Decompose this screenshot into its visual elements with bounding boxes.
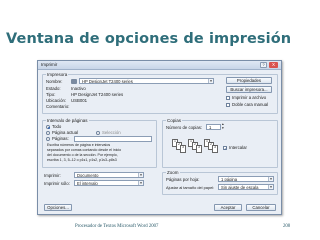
find-printer-button[interactable]: Buscar impresora... — [226, 86, 272, 93]
dialog-titlebar: Imprimir ? X — [38, 61, 281, 70]
copies-number-value: 1 — [209, 125, 212, 130]
copies-number-input[interactable]: 1 — [206, 124, 221, 130]
slide-title: Ventana de opciones de impresión — [6, 31, 292, 47]
copies-number-label: Número de copias: — [166, 125, 203, 130]
range-selection-radio[interactable] — [96, 131, 100, 135]
range-help-line-4: escriba 1, 3, 5–12 o p1s1, p1s2, p1s3–p8… — [47, 158, 117, 162]
cancel-button[interactable]: Cancelar — [246, 204, 276, 211]
collate-page-icon-9: 3 — [212, 145, 218, 153]
page-range-group-label: Intervalo de páginas — [46, 118, 89, 123]
zoom-group-label: Zoom — [166, 170, 180, 175]
options-button[interactable]: Opciones... — [44, 204, 72, 211]
ok-button[interactable]: Aceptar — [214, 204, 242, 211]
printer-type-label: Tipo: — [46, 92, 56, 97]
print-only-label: Imprimir sólo: — [44, 181, 70, 186]
copies-group-label: Copias — [166, 118, 183, 123]
chevron-down-icon: ▾ — [138, 181, 143, 185]
collate-page-icon-6: 3 — [196, 145, 202, 153]
print-what-label: Imprimir: — [44, 173, 61, 178]
pages-per-sheet-value: 1 página — [221, 177, 238, 182]
print-to-file-checkbox[interactable] — [226, 96, 230, 100]
spinner-icon[interactable]: ▴ ▾ — [222, 122, 224, 130]
range-pages-input[interactable] — [74, 136, 152, 142]
print-what-select[interactable]: Documento ▾ — [74, 172, 144, 178]
printer-status-value: Inactivo — [71, 86, 86, 91]
dialog-title: Imprimir — [41, 62, 58, 67]
print-only-value: El intervalo — [77, 181, 98, 186]
slide-footer: Procesador de Textos Microsoft Word 2007 — [75, 224, 159, 229]
printer-type-value: HP DesignJet T2400 series — [71, 92, 124, 97]
manual-duplex-label: Doble cara manual — [232, 102, 269, 107]
manual-duplex-checkbox[interactable] — [226, 103, 230, 107]
scale-label: Ajustar al tamaño del papel: — [166, 185, 215, 190]
chevron-down-icon: ▾ — [268, 177, 273, 181]
pages-per-sheet-select[interactable]: 1 página ▾ — [218, 176, 274, 182]
close-icon[interactable]: X — [269, 62, 278, 68]
help-icon[interactable]: ? — [260, 62, 267, 68]
printer-icon — [71, 79, 77, 84]
printer-group-label: Impresora — [46, 72, 69, 77]
printer-where-value: USB001 — [71, 98, 88, 103]
range-current-label: Página actual — [52, 130, 79, 135]
range-all-label: Todo — [52, 124, 62, 129]
page-number: 208 — [283, 224, 291, 229]
pages-per-sheet-label: Páginas por hoja: — [166, 177, 200, 182]
collate-page-icon-3: 3 — [180, 145, 186, 153]
printer-name-select[interactable]: HP DesignJet T2400 series ▾ — [79, 78, 214, 84]
printer-where-label: Ubicación: — [46, 98, 67, 103]
range-all-radio[interactable] — [46, 125, 50, 129]
chevron-down-icon: ▾ — [268, 185, 273, 189]
collate-label: Intercalar — [229, 145, 247, 150]
chevron-down-icon: ▾ — [208, 79, 213, 83]
printer-name-label: Nombre: — [46, 79, 63, 84]
range-pages-label: Páginas: — [52, 136, 69, 141]
print-only-select[interactable]: El intervalo ▾ — [74, 180, 144, 186]
chevron-down-icon: ▾ — [138, 173, 143, 177]
print-to-file-label: Imprimir a archivo — [232, 95, 267, 100]
print-what-value: Documento — [77, 173, 99, 178]
printer-status-label: Estado: — [46, 86, 61, 91]
range-pages-radio[interactable] — [46, 137, 50, 141]
scale-value: Sin ajuste de escala — [221, 185, 259, 190]
scale-select[interactable]: Sin ajuste de escala ▾ — [218, 184, 274, 190]
range-selection-label: Selección — [102, 130, 121, 135]
printer-name-value: HP DesignJet T2400 series — [82, 79, 133, 84]
print-dialog: Imprimir ? X Impresora Nombre: HP Design… — [37, 60, 282, 215]
printer-comment-label: Comentario: — [46, 104, 70, 109]
collate-checkbox[interactable]: ✓ — [223, 146, 227, 151]
range-current-radio[interactable] — [46, 131, 50, 135]
properties-button[interactable]: Propiedades — [226, 77, 272, 84]
